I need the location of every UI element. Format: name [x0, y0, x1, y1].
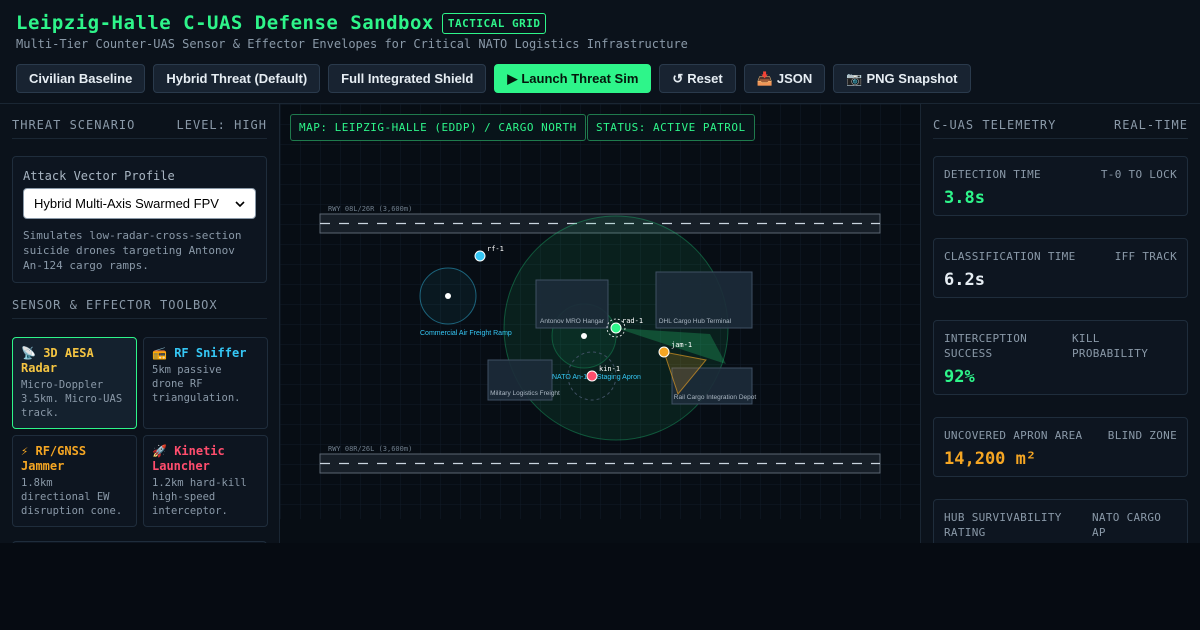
metric-sublabel: NATO CARGO AP [1092, 511, 1162, 539]
radio-icon: 📻 [152, 346, 167, 360]
full-integrated-shield-button[interactable]: Full Integrated Shield [328, 64, 487, 93]
metric-value: 14,200 m² [944, 449, 1037, 469]
tool-aesa-radar[interactable]: 📡 3D AESA Radar Micro-Doppler 3.5km. Mic… [12, 337, 137, 429]
map-status-badge: STATUS: ACTIVE PATROL [587, 114, 755, 141]
button-label: Launch Threat Sim [521, 71, 639, 86]
radar-icon: 📡 [21, 346, 36, 360]
tactical-grid-badge: TACTICAL GRID [441, 12, 547, 34]
metric-label: HUB SURVIVABILITY RATING [944, 511, 1062, 539]
play-icon: ▶ [507, 70, 518, 86]
toolbox-header: SENSOR & EFFECTOR TOOLBOX [12, 298, 267, 319]
apron-marker [581, 333, 587, 339]
attack-vector-label: Attack Vector Profile [23, 169, 175, 183]
unit-rf-sniffer[interactable] [474, 250, 486, 262]
zone-rail-label: Rail Cargo Integration Depot [674, 394, 757, 401]
button-label: Full Integrated Shield [341, 71, 474, 86]
metric-value: 6.2s [944, 270, 985, 290]
tactical-map[interactable]: RWY 08L/26R (3,600m) RWY 08R/26L (3,600m… [280, 104, 920, 543]
left-panel: THREAT SCENARIO LEVEL: HIGH Attack Vecto… [0, 104, 280, 543]
tool-name: 📡 3D AESA Radar [21, 346, 128, 376]
metric-sublabel: BLIND ZONE [1107, 429, 1177, 442]
tool-rf-sniffer[interactable]: 📻 RF Sniffer 5km passive drone RF triang… [143, 337, 268, 429]
tool-label: RF Sniffer [174, 346, 247, 360]
threat-level: LEVEL: HIGH [176, 118, 267, 132]
metric-detection-time: DETECTION TIME T-0 TO LOCK 3.8s [933, 156, 1188, 216]
metric-interception-success: INTERCEPTION SUCCESS KILL PROBABILITY 92% [933, 320, 1188, 395]
tool-rf-gnss-jammer[interactable]: ⚡ RF/GNSS Jammer 1.8km directional EW di… [12, 435, 137, 527]
card-stub [12, 541, 267, 543]
runway-north-label: RWY 08L/26R (3,600m) [328, 205, 412, 213]
attack-vector-select[interactable]: Hybrid Multi-Axis Swarmed FPV [23, 188, 256, 219]
map-location-badge: MAP: LEIPZIG-HALLE (EDDP) / CARGO NORTH [290, 114, 586, 141]
header: Leipzig-Halle C-UAS Defense Sandbox TACT… [0, 0, 1200, 104]
metric-label: CLASSIFICATION TIME [944, 250, 1076, 263]
tool-description: 1.2km hard-kill high-speed interceptor. [152, 477, 247, 517]
metric-value: 92% [944, 367, 975, 387]
reset-icon: ↺ [672, 70, 684, 86]
zone-military-label: Military Logistics Freight [490, 390, 560, 397]
tool-description: Micro-Doppler 3.5km. Micro-UAS track. [21, 379, 123, 419]
lightning-icon: ⚡ [21, 444, 29, 458]
page-subtitle: Multi-Tier Counter-UAS Sensor & Effector… [16, 37, 688, 51]
unit-radar[interactable] [610, 322, 622, 334]
json-export-button[interactable]: 📥 JSON [743, 64, 826, 93]
unit-rf-label: rf-1 [487, 245, 504, 253]
metric-sublabel: KILL PROBABILITY [1072, 332, 1149, 360]
button-label: Hybrid Threat (Default) [166, 71, 308, 86]
metric-uncovered-area: UNCOVERED APRON AREA BLIND ZONE 14,200 m² [933, 417, 1188, 477]
metric-sublabel: T-0 TO LOCK [1100, 168, 1177, 181]
metric-label: UNCOVERED APRON AREA [944, 429, 1083, 442]
chevron-down-icon [235, 200, 245, 207]
launch-threat-sim-button[interactable]: ▶ Launch Threat Sim [494, 64, 652, 93]
toolbox-title: SENSOR & EFFECTOR TOOLBOX [12, 298, 218, 312]
metric-classification-time: CLASSIFICATION TIME IFF TRACK 6.2s [933, 238, 1188, 298]
zone-mro-label: Antonov MRO Hangar [540, 318, 605, 325]
png-snapshot-button[interactable]: 📷 PNG Snapshot [833, 64, 971, 93]
reset-button[interactable]: ↺ Reset [659, 64, 736, 93]
button-label: JSON [776, 71, 813, 86]
button-label: PNG Snapshot [866, 71, 958, 86]
button-label: Reset [687, 71, 723, 86]
camera-icon: 📷 [846, 70, 863, 86]
unit-radar-label: rad-1 [622, 317, 643, 325]
unit-kinetic[interactable] [586, 370, 598, 382]
title-row: Leipzig-Halle C-UAS Defense Sandbox TACT… [16, 12, 547, 34]
telemetry-header: C-UAS TELEMETRY REAL-TIME [933, 118, 1188, 139]
threat-scenario-title: THREAT SCENARIO [12, 118, 136, 132]
button-label: Civilian Baseline [29, 71, 133, 86]
metric-label: INTERCEPTION SUCCESS [944, 332, 1028, 360]
toolbar: Civilian Baseline Hybrid Threat (Default… [16, 64, 971, 93]
tool-name: ⚡ RF/GNSS Jammer [21, 444, 128, 474]
zone-ramp-label: Commercial Air Freight Ramp [420, 330, 512, 337]
unit-kinetic-label: kin-1 [599, 365, 620, 373]
unit-jammer[interactable] [658, 346, 670, 358]
telemetry-mode: REAL-TIME [1113, 118, 1188, 132]
metric-value: 3.8s [944, 188, 985, 208]
telemetry-panel: C-UAS TELEMETRY REAL-TIME DETECTION TIME… [920, 104, 1200, 543]
tool-name: 🚀 Kinetic Launcher [152, 444, 259, 474]
tool-description: 5km passive drone RF triangulation. [152, 364, 241, 404]
metric-label: DETECTION TIME [944, 168, 1041, 181]
tool-name: 📻 RF Sniffer [152, 346, 259, 361]
map-canvas[interactable]: RWY 08L/26R (3,600m) RWY 08R/26L (3,600m… [280, 104, 920, 543]
telemetry-title: C-UAS TELEMETRY [933, 118, 1057, 132]
download-icon: 📥 [756, 70, 773, 86]
rocket-icon: 🚀 [152, 444, 167, 458]
attack-vector-description: Simulates low-radar-cross-section suicid… [23, 229, 242, 272]
civilian-baseline-button[interactable]: Civilian Baseline [16, 64, 146, 93]
ramp-marker [445, 293, 451, 299]
runway-south-label: RWY 08R/26L (3,600m) [328, 445, 412, 453]
attack-vector-card: Attack Vector Profile Hybrid Multi-Axis … [12, 156, 267, 283]
unit-jammer-label: jam-1 [671, 341, 692, 349]
tool-label: RF/GNSS Jammer [21, 444, 87, 473]
tool-description: 1.8km directional EW disruption cone. [21, 477, 123, 517]
zone-dhl-label: DHL Cargo Hub Terminal [659, 318, 732, 325]
attack-vector-value: Hybrid Multi-Axis Swarmed FPV [34, 196, 219, 211]
hybrid-threat-button[interactable]: Hybrid Threat (Default) [153, 64, 321, 93]
threat-scenario-header: THREAT SCENARIO LEVEL: HIGH [12, 118, 267, 139]
metric-hub-survivability: HUB SURVIVABILITY RATING NATO CARGO AP [933, 499, 1188, 543]
page-title: Leipzig-Halle C-UAS Defense Sandbox [16, 12, 434, 34]
tool-kinetic-launcher[interactable]: 🚀 Kinetic Launcher 1.2km hard-kill high-… [143, 435, 268, 527]
metric-sublabel: IFF TRACK [1114, 250, 1177, 263]
